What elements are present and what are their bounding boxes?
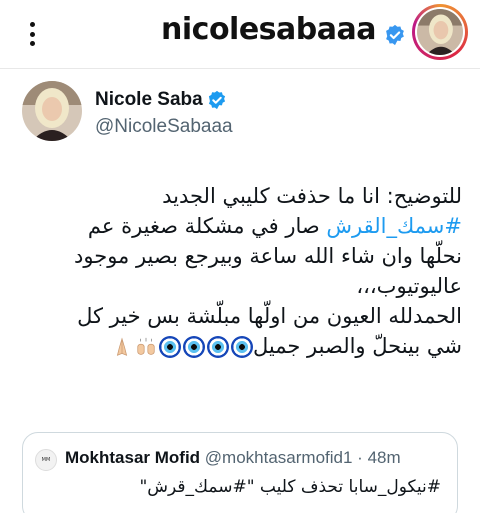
tweet-line: للتوضيح: انا ما حذفت كليبي الجديد	[162, 184, 462, 208]
quoted-tweet-header: Mokhtasar Mofid @mokhtasarmofid1 · 48m	[65, 448, 401, 468]
tweet-line: نحلّها وان شاء الله ساعة وبيرجع بصير موج…	[74, 244, 462, 268]
tweet-author-handle[interactable]: @NicoleSabaaa	[95, 116, 233, 138]
nazar-amulet-icon	[183, 336, 206, 358]
tweet-author-name[interactable]: Nicole Saba	[95, 89, 203, 111]
tweet-line-text: شي بينحلّ والصبر جميل	[253, 334, 462, 358]
tweet-author-row: Nicole Saba	[95, 89, 227, 111]
tweet-author-avatar[interactable]	[22, 81, 82, 141]
tweet-text: للتوضيح: انا ما حذفت كليبي الجديد #سمك_ا…	[22, 181, 462, 361]
quoted-separator: ·	[352, 448, 368, 467]
avatar-photo	[417, 9, 463, 55]
hashtag-link[interactable]: #سمك_القرش	[326, 214, 462, 238]
quoted-author-name: Mokhtasar Mofid	[65, 448, 201, 467]
folded-hands-icon	[116, 337, 128, 356]
author-photo	[22, 81, 82, 141]
app-header: nicolesabaaa	[0, 0, 480, 68]
nazar-amulet-icon	[207, 336, 230, 358]
verified-badge-icon	[208, 90, 225, 110]
quoted-timestamp: 48m	[367, 448, 401, 467]
tweet-line: #سمك_القرش صار في مشكلة صغيرة عم	[22, 211, 462, 241]
emoji-group	[111, 336, 254, 358]
profile-avatar[interactable]	[412, 4, 468, 60]
tweet-line: عاليوتيوب،،،	[356, 274, 462, 298]
nazar-amulet-icon	[231, 336, 254, 358]
tweet-line-text: صار في مشكلة صغيرة عم	[87, 214, 327, 238]
tweet-card: Nicole Saba @NicoleSabaaa للتوضيح: انا م…	[0, 69, 480, 513]
more-vertical-icon[interactable]	[20, 20, 44, 48]
tweet-line: شي بينحلّ والصبر جميل	[22, 331, 462, 361]
profile-username: nicolesabaaa	[161, 12, 376, 47]
nazar-amulet-icon	[159, 336, 182, 358]
quoted-tweet[interactable]: MM Mokhtasar Mofid @mokhtasarmofid1 · 48…	[22, 432, 458, 513]
verified-badge-icon	[386, 24, 404, 46]
tweet-line: الحمدلله العيون من اولّها مبلّشة بس خير …	[77, 304, 462, 328]
quoted-tweet-text: #نيكول_سابا تحذف كليب "#سمك_قرش"	[139, 477, 441, 497]
quoted-author-handle: @mokhtasarmofid1	[204, 448, 353, 467]
raising-hands-icon	[137, 337, 155, 355]
quoted-author-avatar: MM	[35, 449, 57, 471]
